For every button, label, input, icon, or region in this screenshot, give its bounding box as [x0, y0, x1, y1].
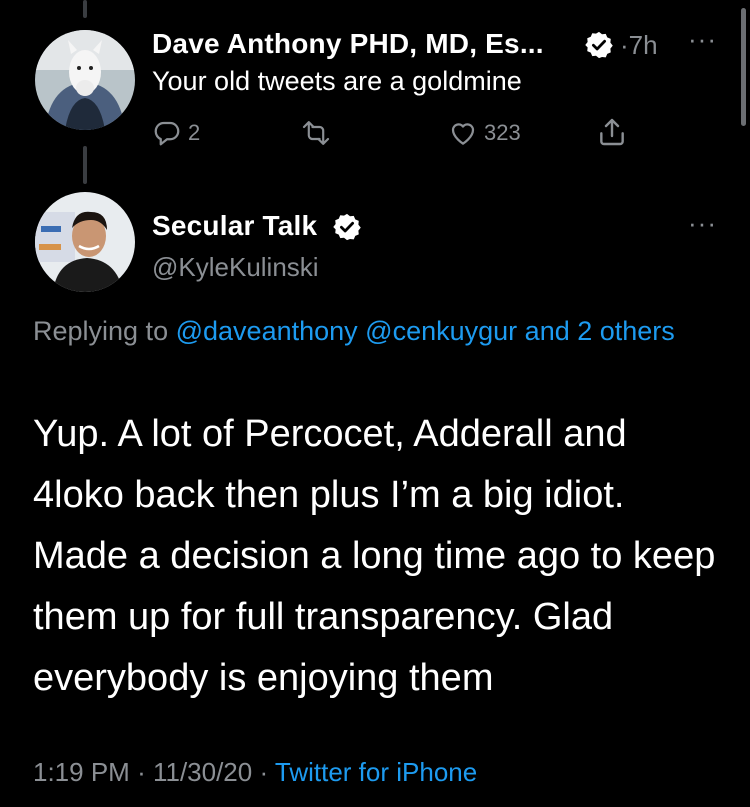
replying-to-line: Replying to @daveanthony @cenkuygur and … — [33, 316, 675, 346]
main-avatar[interactable] — [35, 192, 135, 292]
thread-line-top — [83, 0, 87, 18]
main-handle[interactable]: @KyleKulinski — [152, 252, 319, 283]
retweet-button[interactable] — [298, 118, 334, 148]
share-button[interactable] — [596, 116, 628, 148]
parent-more-icon[interactable]: ··· — [688, 24, 717, 55]
like-button[interactable]: 323 — [448, 118, 521, 148]
main-more-icon[interactable]: ··· — [688, 208, 717, 239]
retweet-icon — [302, 121, 330, 145]
tweet-time: 1:19 PM — [33, 757, 130, 787]
reply-icon — [154, 121, 180, 146]
reply-count: 2 — [188, 120, 201, 145]
scrollbar[interactable] — [741, 8, 746, 126]
parent-time[interactable]: ·7h — [620, 30, 658, 61]
tweet-meta: 1:19 PM · 11/30/20 · Twitter for iPhone — [33, 757, 478, 787]
parent-avatar[interactable] — [35, 30, 135, 130]
reply-button[interactable]: 2 — [152, 118, 200, 148]
main-tweet-text: Yup. A lot of Percocet, Adderall and 4lo… — [33, 413, 716, 699]
thread-line-bottom — [83, 146, 87, 184]
parent-tweet-text: Your old tweets are a goldmine — [152, 66, 522, 96]
main-display-name[interactable]: Secular Talk — [152, 210, 317, 242]
like-icon — [451, 123, 475, 145]
tweet-date: 11/30/20 — [152, 757, 253, 787]
mention-daveanthony[interactable]: @daveanthony — [176, 316, 358, 346]
tweet-source-link[interactable]: Twitter for iPhone — [275, 757, 477, 787]
verified-badge-icon — [585, 31, 613, 59]
like-count: 323 — [484, 120, 521, 145]
mention-others[interactable]: and 2 others — [525, 316, 675, 346]
share-icon — [600, 118, 624, 146]
parent-display-name[interactable]: Dave Anthony PHD, MD, Es... — [152, 28, 544, 60]
verified-badge-icon — [333, 213, 361, 241]
mention-cenkuygur[interactable]: @cenkuygur — [365, 316, 517, 346]
